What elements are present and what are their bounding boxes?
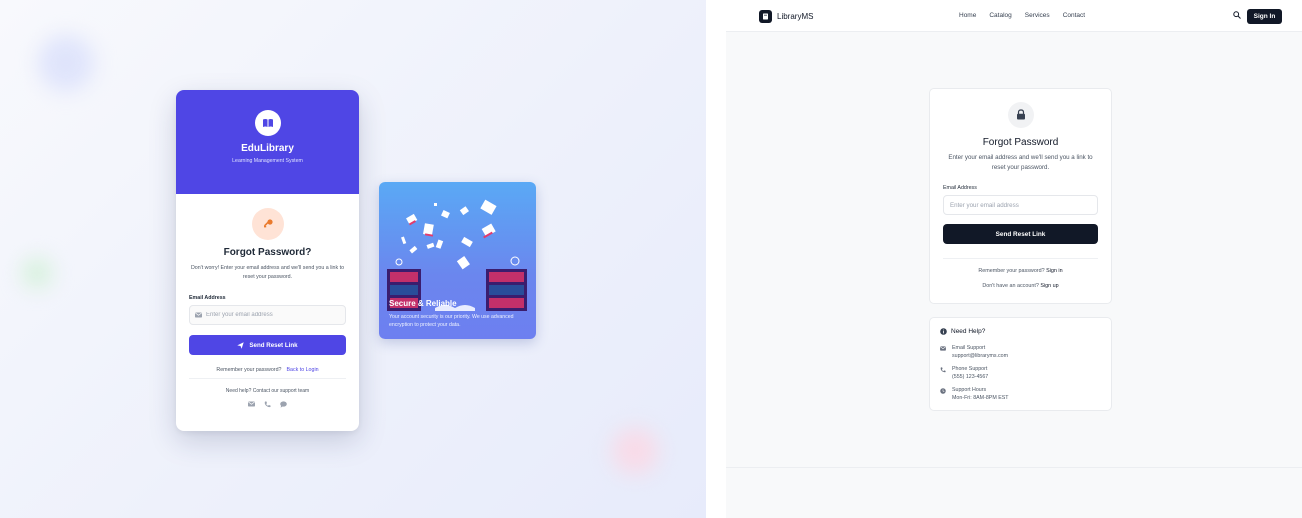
send-reset-link-button[interactable]: Send Reset Link bbox=[189, 335, 346, 355]
support-icons bbox=[189, 401, 346, 408]
sign-up-link[interactable]: Sign up bbox=[1040, 283, 1058, 289]
help-phone-value[interactable]: (555) 123-4567 bbox=[952, 374, 988, 382]
remember-text: Remember your password? bbox=[216, 367, 282, 373]
chat-icon[interactable] bbox=[280, 401, 287, 408]
help-title: Need Help? bbox=[951, 328, 986, 335]
forgot-password-card: EduLibrary Learning Management System Fo… bbox=[176, 90, 359, 431]
search-icon[interactable] bbox=[1233, 11, 1241, 19]
decorative-blob bbox=[22, 258, 52, 288]
promo-title: Secure & Reliable bbox=[389, 299, 457, 308]
divider bbox=[189, 378, 346, 379]
bookshelf-right bbox=[486, 269, 527, 311]
app-subtitle: Learning Management System bbox=[232, 158, 303, 164]
nav-links: Home Catalog Services Contact bbox=[959, 12, 1085, 19]
signup-row: Don't have an account? Sign up bbox=[930, 283, 1111, 289]
sign-in-button[interactable]: Sign In bbox=[1247, 9, 1282, 24]
key-icon bbox=[251, 208, 284, 240]
help-card: Need Help? Email Support support@librarym… bbox=[929, 317, 1112, 411]
divider bbox=[943, 258, 1098, 259]
remember-text: Remember your password? bbox=[978, 268, 1045, 274]
envelope-icon bbox=[940, 346, 946, 351]
send-reset-link-label: Send Reset Link bbox=[249, 341, 298, 349]
card-header: EduLibrary Learning Management System bbox=[176, 90, 359, 194]
nav-home[interactable]: Home bbox=[959, 12, 976, 19]
no-account-text: Don't have an account? bbox=[982, 283, 1039, 289]
back-to-login-link[interactable]: Back to Login bbox=[286, 367, 318, 373]
help-title-row: Need Help? bbox=[940, 328, 985, 335]
email-label: Email Address bbox=[943, 185, 977, 191]
nav-services[interactable]: Services bbox=[1025, 12, 1050, 19]
envelope-icon bbox=[195, 312, 202, 318]
remember-row: Remember your password? Back to Login bbox=[189, 367, 346, 373]
decorative-blob bbox=[38, 35, 94, 91]
footer-divider bbox=[726, 467, 1302, 468]
phone-icon[interactable] bbox=[264, 401, 271, 408]
envelope-icon[interactable] bbox=[248, 401, 255, 407]
page-title: Forgot Password bbox=[982, 137, 1059, 148]
book-icon bbox=[759, 10, 772, 23]
email-field-wrapper bbox=[943, 195, 1098, 215]
decorative-blob bbox=[612, 428, 658, 474]
help-hours: Support Hours Mon-Fri: 8AM-8PM EST bbox=[940, 387, 1009, 402]
sign-in-link[interactable]: Sign in bbox=[1046, 268, 1062, 274]
email-field-wrapper bbox=[189, 305, 346, 325]
promo-card: Secure & Reliable Your account security … bbox=[379, 182, 536, 339]
paper-plane-icon bbox=[237, 341, 245, 349]
help-hours-value: Mon-Fri: 8AM-8PM EST bbox=[952, 394, 1009, 401]
info-icon bbox=[940, 328, 947, 335]
clock-icon bbox=[940, 388, 946, 394]
brand-name: LibraryMS bbox=[777, 12, 814, 21]
email-field[interactable] bbox=[206, 312, 336, 318]
edulibrary-pane: EduLibrary Learning Management System Fo… bbox=[0, 0, 706, 518]
phone-icon bbox=[940, 367, 946, 373]
email-label: Email Address bbox=[189, 295, 226, 301]
navbar: LibraryMS Home Catalog Services Contact … bbox=[726, 0, 1302, 32]
help-email-label: Email Support bbox=[952, 345, 986, 351]
nav-catalog[interactable]: Catalog bbox=[989, 12, 1011, 19]
page-description: Don't worry! Enter your email address an… bbox=[190, 265, 345, 280]
help-email-value[interactable]: support@libraryms.com bbox=[952, 353, 1008, 361]
help-email: Email Support support@libraryms.com bbox=[940, 345, 1008, 360]
help-phone: Phone Support (555) 123-4567 bbox=[940, 366, 988, 381]
lock-icon bbox=[1007, 102, 1034, 128]
help-hours-label: Support Hours bbox=[952, 387, 987, 393]
email-field[interactable] bbox=[950, 201, 1090, 209]
page-title: Forgot Password? bbox=[223, 247, 312, 258]
book-icon bbox=[254, 110, 281, 136]
promo-text: Your account security is our priority. W… bbox=[389, 314, 514, 328]
forgot-password-card: Forgot Password Enter your email address… bbox=[929, 88, 1112, 304]
send-reset-link-button[interactable]: Send Reset Link bbox=[943, 224, 1098, 244]
libraryms-pane: LibraryMS Home Catalog Services Contact … bbox=[726, 0, 1302, 518]
page-description: Enter your email address and we'll send … bbox=[948, 154, 1093, 171]
help-text: Need help? Contact our support team bbox=[225, 388, 310, 394]
help-phone-label: Phone Support bbox=[952, 366, 988, 372]
app-title: EduLibrary bbox=[241, 143, 294, 154]
brand[interactable]: LibraryMS bbox=[759, 10, 813, 23]
remember-row: Remember your password? Sign in bbox=[930, 268, 1111, 274]
nav-contact[interactable]: Contact bbox=[1063, 12, 1085, 19]
